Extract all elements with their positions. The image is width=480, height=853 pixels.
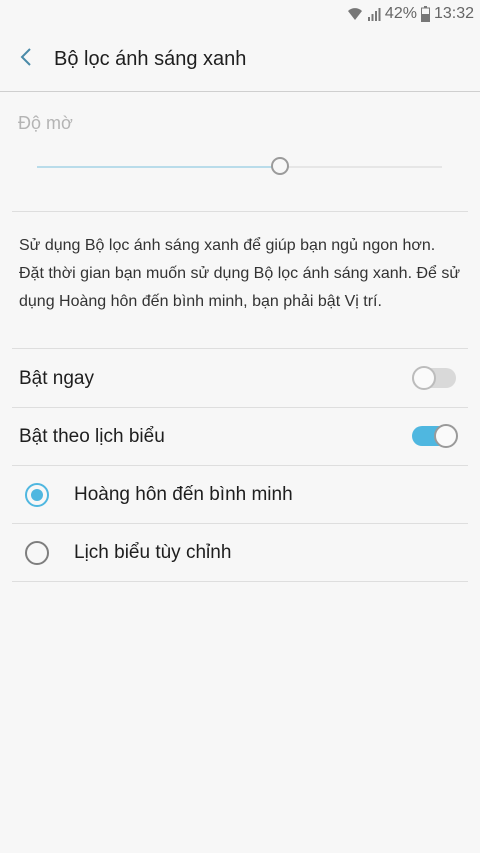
opacity-slider[interactable] [37,157,442,175]
status-bar: 42% 13:32 [0,0,480,28]
switch-knob [412,366,436,390]
radio-sunset-to-sunrise[interactable] [25,482,49,507]
turn-on-scheduled-label: Bật theo lịch biểu [19,425,165,447]
description-text: Sử dụng Bộ lọc ánh sáng xanh để giúp bạn… [12,212,468,349]
chevron-left-icon [20,47,32,72]
turn-on-scheduled-switch[interactable] [412,424,458,448]
radio-row-custom-schedule[interactable]: Lịch biểu tùy chỉnh [12,524,468,582]
battery-level: 42% [384,5,417,22]
back-button[interactable] [0,28,52,92]
turn-on-scheduled-row[interactable]: Bật theo lịch biểu [12,408,468,466]
opacity-slider-fill [37,166,280,168]
turn-on-now-switch[interactable] [412,366,456,390]
opacity-label: Độ mờ [18,113,73,133]
radio-custom-schedule[interactable] [25,540,49,565]
wifi-icon [347,7,363,21]
switch-knob [434,424,458,448]
clock: 13:32 [433,5,474,22]
radio-label: Lịch biểu tùy chỉnh [74,541,232,563]
battery-icon [420,6,430,22]
radio-label: Hoàng hôn đến bình minh [74,483,293,505]
turn-on-now-row[interactable]: Bật ngay [12,350,468,408]
opacity-section: Độ mờ [12,93,468,212]
turn-on-now-label: Bật ngay [19,367,94,389]
page-title: Bộ lọc ánh sáng xanh [54,48,247,70]
radio-row-sunset-to-sunrise[interactable]: Hoàng hôn đến bình minh [12,466,468,524]
opacity-slider-thumb[interactable] [271,157,289,175]
signal-icon [367,7,381,21]
app-bar: Bộ lọc ánh sáng xanh [0,28,480,92]
